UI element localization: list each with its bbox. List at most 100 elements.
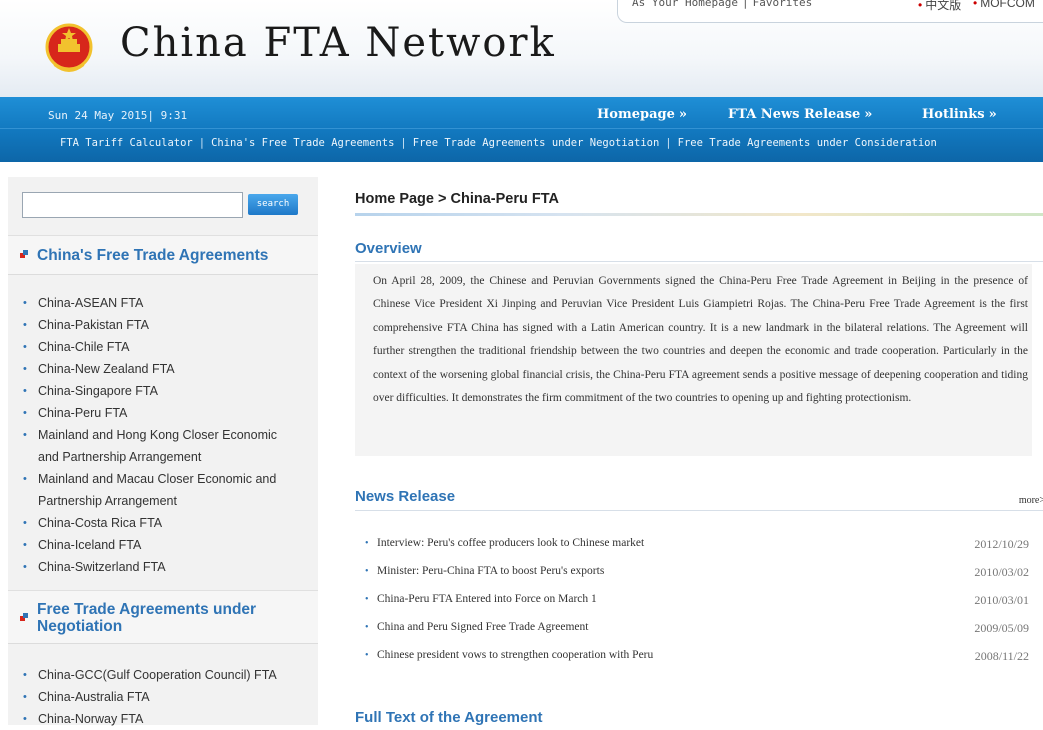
- section-title-under-negotiation: Free Trade Agreements under Negotiation: [37, 601, 257, 635]
- section-header-china-ftas: China's Free Trade Agreements: [8, 235, 318, 275]
- nav-fta-news-release[interactable]: FTA News Release»: [728, 107, 872, 122]
- section-bullet-icon: [20, 613, 28, 621]
- more-link[interactable]: more>: [1019, 495, 1043, 506]
- subnav-separator: |: [400, 137, 407, 149]
- homepage-favorites-links: As Your Homepage | Favorites: [632, 0, 812, 9]
- list-item[interactable]: • China-ASEAN FTA: [8, 292, 318, 314]
- search-button[interactable]: search: [248, 194, 298, 215]
- nav-homepage[interactable]: Homepage»: [597, 107, 687, 122]
- bullet-icon: •: [23, 517, 27, 529]
- breadcrumb: Home Page > China-Peru FTA: [355, 191, 559, 207]
- list-item-label: China-Australia FTA: [38, 690, 150, 704]
- bullet-icon: •: [23, 473, 27, 485]
- section-divider: [355, 510, 1043, 511]
- list-item[interactable]: • China-New Zealand FTA: [8, 358, 318, 380]
- news-date: 2009/05/09: [974, 621, 1029, 635]
- list-item-label: China-Costa Rica FTA: [38, 516, 163, 530]
- set-homepage-link[interactable]: As Your Homepage: [632, 0, 738, 9]
- list-item[interactable]: • China-Iceland FTA: [8, 534, 318, 556]
- nav-hotlinks[interactable]: Hotlinks»: [922, 107, 997, 122]
- subnav-tariff-calculator[interactable]: FTA Tariff Calculator: [60, 137, 193, 149]
- favorites-link[interactable]: Favorites: [753, 0, 813, 9]
- news-title: Minister: Peru-China FTA to boost Peru's…: [377, 565, 605, 577]
- bullet-icon: •: [918, 0, 923, 12]
- bullet-icon: •: [23, 539, 27, 551]
- news-date: 2008/11/22: [974, 649, 1029, 663]
- list-item[interactable]: • China-Costa Rica FTA: [8, 512, 318, 534]
- news-item[interactable]: • Chinese president vows to strengthen co…: [365, 643, 1029, 671]
- list-item[interactable]: • China-Australia FTA: [8, 686, 318, 708]
- nav-homepage-label: Homepage: [597, 107, 675, 122]
- bullet-icon: •: [23, 363, 27, 375]
- subnav-under-negotiation[interactable]: Free Trade Agreements under Negotiation: [413, 137, 660, 149]
- list-item-label: China-New Zealand FTA: [38, 362, 175, 376]
- site-header: As Your Homepage | Favorites • 中文版 • MOFCOM …: [0, 0, 1043, 97]
- section-divider: [355, 261, 1043, 262]
- national-emblem-logo[interactable]: [44, 20, 94, 76]
- double-arrow-icon: »: [864, 107, 873, 122]
- list-item-label: China-Singapore FTA: [38, 384, 158, 398]
- list-item-label: China-Iceland FTA: [38, 538, 142, 552]
- overview-box: On April 28, 2009, the Chinese and Peruv…: [355, 264, 1032, 456]
- section-header-under-negotiation: Free Trade Agreements under Negotiation: [8, 590, 318, 644]
- bullet-icon: •: [23, 713, 27, 725]
- current-datetime: Sun 24 May 2015| 9:31: [48, 109, 188, 122]
- list-item[interactable]: • Mainland and Macau Closer Economic and …: [8, 468, 318, 512]
- nav-hotlinks-label: Hotlinks: [922, 107, 985, 122]
- list-item-label: China-GCC(Gulf Cooperation Council) FTA: [38, 668, 277, 682]
- list-item[interactable]: • China-Switzerland FTA: [8, 556, 318, 578]
- news-item[interactable]: • Minister: Peru-China FTA to boost Peru'…: [365, 559, 1029, 587]
- bullet-icon: •: [23, 297, 27, 309]
- list-item[interactable]: • Mainland and Hong Kong Closer Economic …: [8, 424, 318, 468]
- news-title: China-Peru FTA Entered into Force on Mar…: [377, 593, 597, 605]
- list-item-label: China-Norway FTA: [38, 712, 144, 726]
- news-date: 2010/03/01: [974, 593, 1029, 607]
- chinese-version-link[interactable]: • 中文版: [918, 0, 961, 13]
- bullet-icon: •: [23, 407, 27, 419]
- bullet-icon: •: [23, 385, 27, 397]
- list-item[interactable]: • China-GCC(Gulf Cooperation Council) FTA: [8, 664, 318, 686]
- list-item[interactable]: • China-Peru FTA: [8, 402, 318, 424]
- news-title: Interview: Peru's coffee producers look …: [377, 537, 645, 549]
- news-item[interactable]: • Interview: Peru's coffee producers look…: [365, 531, 1029, 559]
- bullet-icon: •: [365, 538, 369, 549]
- bullet-icon: •: [23, 691, 27, 703]
- double-arrow-icon: »: [678, 107, 687, 122]
- news-item[interactable]: • China and Peru Signed Free Trade Agreem…: [365, 615, 1029, 643]
- list-item-label: Mainland and Hong Kong Closer Economic a…: [38, 428, 278, 464]
- breadcrumb-underline: [355, 213, 1043, 216]
- subnav-separator: |: [665, 137, 672, 149]
- sidebar: search China's Free Trade Agreements • Ch…: [8, 177, 318, 726]
- negotiation-fta-list: • China-GCC(Gulf Cooperation Council) FTA…: [8, 664, 318, 730]
- news-title: Chinese president vows to strengthen coo…: [377, 649, 654, 661]
- bullet-icon: •: [23, 319, 27, 331]
- list-item[interactable]: • China-Chile FTA: [8, 336, 318, 358]
- news-item[interactable]: • China-Peru FTA Entered into Force on Ma…: [365, 587, 1029, 615]
- news-date: 2010/03/02: [974, 565, 1029, 579]
- subnav-under-consideration[interactable]: Free Trade Agreements under Consideratio…: [678, 137, 937, 149]
- list-item[interactable]: • China-Pakistan FTA: [8, 314, 318, 336]
- overview-title: Overview: [355, 240, 422, 257]
- bullet-icon: •: [365, 566, 369, 577]
- section-bullet-icon: [20, 250, 28, 258]
- bullet-icon: •: [23, 669, 27, 681]
- bullet-icon: •: [365, 594, 369, 605]
- bar-divider: [0, 128, 1043, 129]
- full-text-title: Full Text of the Agreement: [355, 709, 543, 726]
- bullet-icon: •: [365, 622, 369, 633]
- nav-news-label: FTA News Release: [728, 107, 861, 122]
- link-separator: |: [741, 0, 749, 9]
- bullet-icon: •: [23, 429, 27, 441]
- china-fta-list: • China-ASEAN FTA • China-Pakistan FTA • Ch…: [8, 292, 318, 578]
- mofcom-link[interactable]: • MOFCOM: [973, 0, 1035, 10]
- subnav-china-ftas[interactable]: China's Free Trade Agreements: [211, 137, 394, 149]
- news-release-title: News Release: [355, 488, 456, 505]
- bullet-icon: •: [973, 0, 978, 10]
- section-title-china-ftas: China's Free Trade Agreements: [37, 247, 269, 264]
- list-item-label: China-Switzerland FTA: [38, 560, 166, 574]
- list-item[interactable]: • China-Norway FTA: [8, 708, 318, 730]
- double-arrow-icon: »: [988, 107, 997, 122]
- chinese-version-label: 中文版: [925, 0, 962, 12]
- search-input[interactable]: [22, 192, 243, 218]
- list-item[interactable]: • China-Singapore FTA: [8, 380, 318, 402]
